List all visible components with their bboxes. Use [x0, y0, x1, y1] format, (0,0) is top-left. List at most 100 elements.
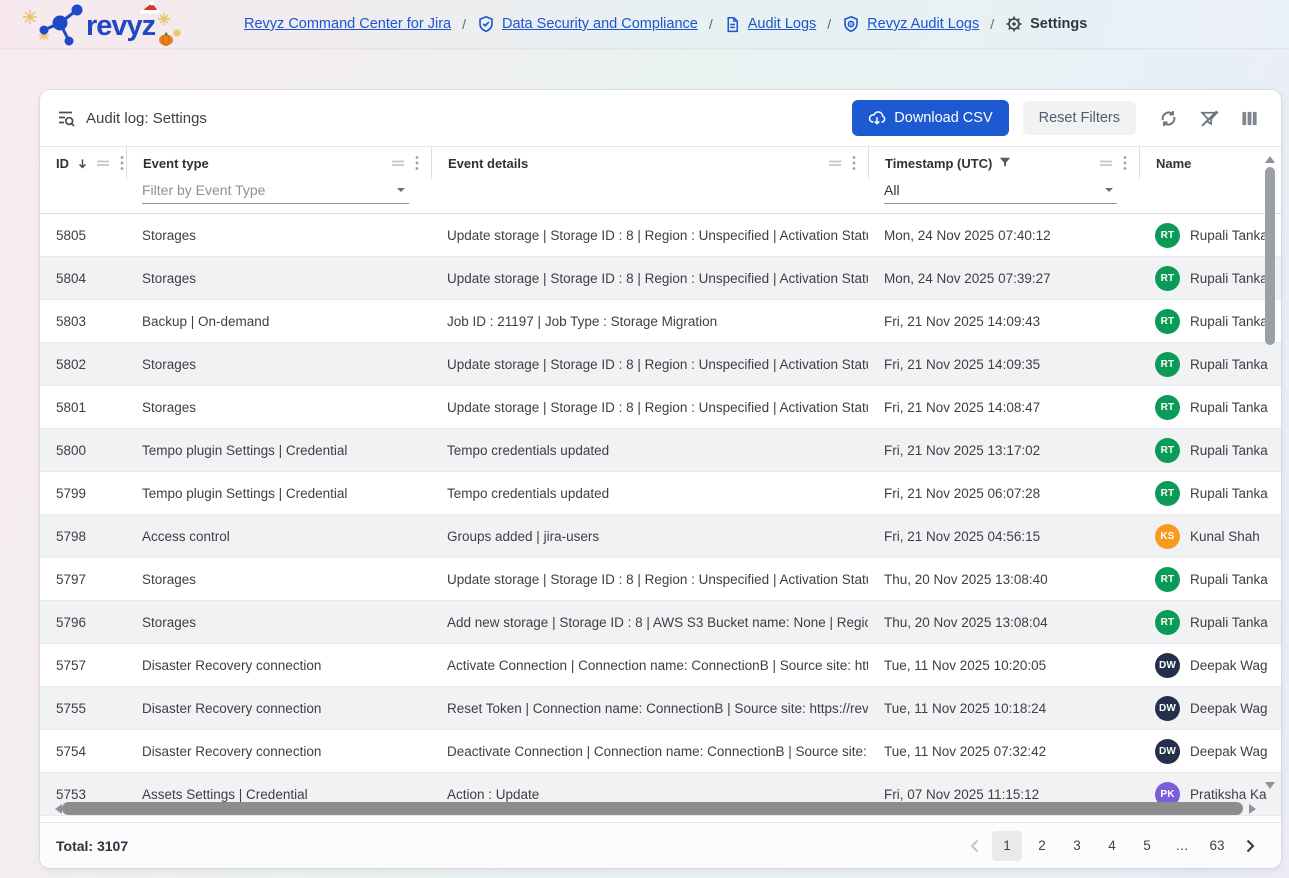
vertical-scrollbar[interactable]	[1263, 151, 1276, 794]
column-controls	[96, 155, 124, 171]
table-row[interactable]: 5799 Tempo plugin Settings | Credential …	[40, 472, 1281, 515]
refresh-icon[interactable]	[1158, 108, 1179, 129]
horizontal-scrollbar-thumb[interactable]	[62, 802, 1243, 815]
sort-desc-icon[interactable]	[76, 157, 89, 170]
row-name-cell: RT Rupali Tanka	[1139, 223, 1281, 248]
breadcrumb-item-revyz-audit-logs[interactable]: Revyz Audit Logs	[842, 15, 979, 33]
table-row[interactable]: 5757 Disaster Recovery connection Activa…	[40, 644, 1281, 687]
row-name-cell: RT Rupali Tanka	[1139, 395, 1281, 420]
breadcrumb-item-audit-logs[interactable]: Audit Logs	[724, 16, 817, 33]
column-header-name[interactable]: Name	[1139, 147, 1281, 179]
column-header-event-details[interactable]: Event details	[431, 147, 868, 179]
avatar: RT	[1155, 266, 1180, 291]
column-menu-icon[interactable]	[120, 155, 124, 171]
toolbar-icon-group	[1158, 108, 1265, 129]
chevron-down-icon[interactable]	[397, 188, 405, 196]
event-type-filter[interactable]	[142, 180, 409, 204]
row-name-cell: RT Rupali Tanka	[1139, 438, 1281, 463]
column-header-event-type[interactable]: Event type	[126, 147, 431, 179]
row-id: 5757	[40, 658, 126, 673]
filter-slash-icon[interactable]	[1199, 108, 1220, 129]
row-event-type: Assets Settings | Credential	[126, 787, 431, 802]
table-row[interactable]: 5797 Storages Update storage | Storage I…	[40, 558, 1281, 601]
event-type-filter-input[interactable]	[142, 182, 391, 198]
breadcrumb-item-command-center[interactable]: Revyz Command Center for Jira	[244, 16, 451, 32]
column-label-id: ID	[56, 156, 69, 171]
page-button[interactable]: 1	[992, 831, 1022, 861]
breadcrumb-link[interactable]: Audit Logs	[748, 16, 817, 32]
breadcrumb-separator: /	[990, 16, 994, 32]
scroll-down-arrow-icon[interactable]	[1265, 782, 1275, 794]
table-body: 5805 Storages Update storage | Storage I…	[40, 214, 1281, 816]
avatar: DW	[1155, 653, 1180, 678]
column-label-event-details: Event details	[448, 156, 528, 171]
page-button[interactable]: 2	[1027, 831, 1057, 861]
scroll-left-arrow-icon[interactable]	[50, 804, 62, 814]
table-row[interactable]: 5754 Disaster Recovery connection Deacti…	[40, 730, 1281, 773]
download-csv-button[interactable]: Download CSV	[852, 100, 1008, 136]
table-row[interactable]: 5804 Storages Update storage | Storage I…	[40, 257, 1281, 300]
table-row[interactable]: 5796 Storages Add new storage | Storage …	[40, 601, 1281, 644]
drag-handle-icon[interactable]	[96, 158, 110, 168]
breadcrumb-link[interactable]: Revyz Command Center for Jira	[244, 16, 451, 32]
horizontal-scrollbar[interactable]	[50, 802, 1247, 815]
header-filter-row: All	[40, 179, 1281, 213]
table-row[interactable]: 5755 Disaster Recovery connection Reset …	[40, 687, 1281, 730]
column-view-icon[interactable]	[1240, 109, 1259, 128]
column-menu-icon[interactable]	[415, 155, 419, 171]
page-button[interactable]: 63	[1202, 831, 1232, 861]
row-name-cell: DW Deepak Wag	[1139, 653, 1281, 678]
column-menu-icon[interactable]	[1123, 155, 1127, 171]
filter-cell-timestamp: All	[868, 179, 1139, 204]
row-user-name: Pratiksha Ka	[1190, 787, 1267, 802]
page-button[interactable]: 3	[1062, 831, 1092, 861]
table-row[interactable]: 5802 Storages Update storage | Storage I…	[40, 343, 1281, 386]
shield-icon	[842, 15, 860, 33]
table-row[interactable]: 5798 Access control Groups added | jira-…	[40, 515, 1281, 558]
page-button[interactable]: 4	[1097, 831, 1127, 861]
table-row[interactable]: 5800 Tempo plugin Settings | Credential …	[40, 429, 1281, 472]
reset-filters-button[interactable]: Reset Filters	[1023, 101, 1136, 135]
table-row[interactable]: 5801 Storages Update storage | Storage I…	[40, 386, 1281, 429]
column-menu-icon[interactable]	[852, 155, 856, 171]
row-event-details: Action : Update	[431, 787, 868, 802]
previous-page-button[interactable]	[961, 831, 987, 861]
row-event-details: Tempo credentials updated	[431, 443, 868, 458]
drag-handle-icon[interactable]	[391, 158, 405, 168]
vertical-scrollbar-thumb[interactable]	[1265, 167, 1275, 345]
row-event-details: Reset Token | Connection name: Connectio…	[431, 701, 868, 716]
timestamp-filter-select[interactable]: All	[884, 180, 1117, 204]
chevron-down-icon[interactable]	[1105, 188, 1113, 196]
scroll-up-arrow-icon[interactable]	[1265, 151, 1275, 163]
row-event-details: Deactivate Connection | Connection name:…	[431, 744, 868, 759]
column-header-timestamp[interactable]: Timestamp (UTC)	[868, 147, 1139, 179]
breadcrumb-link[interactable]: Revyz Audit Logs	[867, 16, 979, 32]
avatar: RT	[1155, 481, 1180, 506]
table-row[interactable]: 5803 Backup | On-demand Job ID : 21197 |…	[40, 300, 1281, 343]
row-event-details: Activate Connection | Connection name: C…	[431, 658, 868, 673]
page-button[interactable]: …	[1167, 831, 1197, 861]
column-label-event-type: Event type	[143, 156, 209, 171]
page-button[interactable]: 5	[1132, 831, 1162, 861]
row-timestamp: Tue, 11 Nov 2025 10:18:24	[868, 701, 1139, 716]
breadcrumb-item-data-security[interactable]: Data Security and Compliance	[477, 15, 698, 33]
row-event-details: Update storage | Storage ID : 8 | Region…	[431, 228, 868, 243]
next-page-button[interactable]	[1237, 831, 1263, 861]
drag-handle-icon[interactable]	[1099, 158, 1113, 168]
column-label-timestamp: Timestamp (UTC)	[885, 156, 992, 171]
row-id: 5801	[40, 400, 126, 415]
row-id: 5799	[40, 486, 126, 501]
breadcrumb-link[interactable]: Data Security and Compliance	[502, 16, 698, 32]
row-event-type: Storages	[126, 615, 431, 630]
row-event-details: Groups added | jira-users	[431, 529, 868, 544]
filter-cell-id	[40, 179, 126, 180]
column-header-id[interactable]: ID	[40, 147, 126, 179]
row-user-name: Rupali Tanka	[1190, 486, 1268, 501]
table-row[interactable]: 5805 Storages Update storage | Storage I…	[40, 214, 1281, 257]
filter-funnel-icon[interactable]	[999, 157, 1011, 169]
molecule-icon	[40, 5, 83, 46]
drag-handle-icon[interactable]	[828, 158, 842, 168]
scroll-right-arrow-icon[interactable]	[1249, 804, 1261, 814]
row-event-type: Disaster Recovery connection	[126, 744, 431, 759]
row-event-type: Storages	[126, 400, 431, 415]
